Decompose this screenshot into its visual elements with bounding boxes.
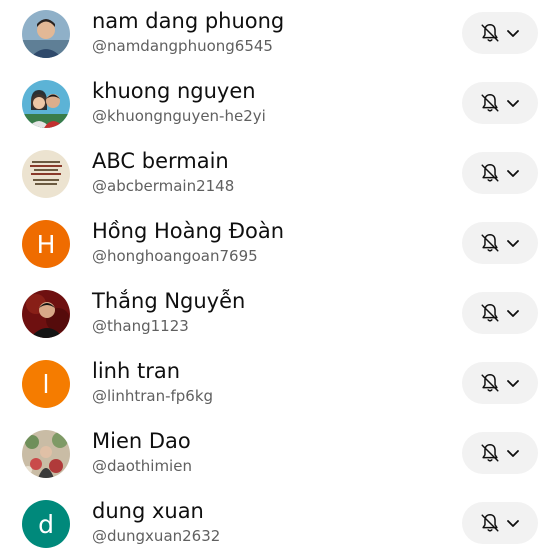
chevron-down-icon [507, 170, 519, 177]
bell-off-icon [481, 304, 499, 322]
channel-row[interactable]: khuong nguyen @khuongnguyen-he2yi [0, 70, 560, 140]
chevron-down-icon [507, 520, 519, 527]
notification-settings-button[interactable] [462, 82, 538, 124]
notification-settings-button[interactable] [462, 292, 538, 334]
channel-handle: @khuongnguyen-he2yi [92, 107, 266, 125]
channel-handle: @daothimien [92, 457, 192, 475]
chevron-down-icon [507, 30, 519, 37]
channel-row[interactable]: H Hồng Hoàng Đoàn @honghoangoan7695 [0, 210, 560, 280]
bell-off-icon [481, 444, 499, 462]
avatar-initial: l [42, 369, 50, 399]
bell-off-icon [481, 164, 499, 182]
channel-row[interactable]: nam dang phuong @namdangphuong6545 [0, 0, 560, 70]
notification-settings-button[interactable] [462, 12, 538, 54]
channel-name[interactable]: Mien Dao [92, 429, 191, 453]
channel-name[interactable]: khuong nguyen [92, 79, 256, 103]
channel-name[interactable]: Thắng Nguyễn [92, 289, 245, 313]
bell-off-icon [481, 94, 499, 112]
bell-off-icon [481, 234, 499, 252]
channel-avatar[interactable] [22, 430, 70, 478]
channel-name[interactable]: nam dang phuong [92, 9, 284, 33]
channel-row[interactable]: Thắng Nguyễn @thang1123 [0, 280, 560, 350]
chevron-down-icon [507, 240, 519, 247]
notification-settings-button[interactable] [462, 502, 538, 544]
avatar-initial: H [36, 229, 56, 259]
channel-name[interactable]: dung xuan [92, 499, 204, 523]
channel-row[interactable]: Mien Dao @daothimien [0, 420, 560, 490]
channel-handle: @namdangphuong6545 [92, 37, 273, 55]
channel-avatar[interactable] [22, 10, 70, 58]
bell-off-icon [481, 374, 499, 392]
avatar-photo [22, 80, 70, 128]
chevron-down-icon [507, 100, 519, 107]
notification-settings-button[interactable] [462, 432, 538, 474]
channel-name[interactable]: Hồng Hoàng Đoàn [92, 219, 284, 243]
channel-row[interactable]: ABC bermain @abcbermain2148 [0, 140, 560, 210]
channel-avatar[interactable] [22, 80, 70, 128]
channel-row[interactable]: l linh tran @linhtran-fp6kg [0, 350, 560, 420]
channel-name[interactable]: linh tran [92, 359, 180, 383]
notification-settings-button[interactable] [462, 152, 538, 194]
avatar-photo [22, 430, 70, 478]
bell-off-icon [481, 24, 499, 42]
channel-avatar[interactable]: H [22, 220, 70, 268]
chevron-down-icon [507, 450, 519, 457]
notification-settings-button[interactable] [462, 362, 538, 404]
chevron-down-icon [507, 380, 519, 387]
channel-avatar[interactable] [22, 290, 70, 338]
notification-settings-button[interactable] [462, 222, 538, 264]
bell-off-icon [481, 514, 499, 532]
channel-avatar[interactable] [22, 150, 70, 198]
channel-handle: @dungxuan2632 [92, 527, 221, 545]
channel-handle: @abcbermain2148 [92, 177, 235, 195]
channel-handle: @thang1123 [92, 317, 189, 335]
channel-avatar[interactable]: d [22, 500, 70, 548]
avatar-photo [22, 150, 70, 198]
channel-avatar[interactable]: l [22, 360, 70, 408]
channel-handle: @linhtran-fp6kg [92, 387, 214, 405]
chevron-down-icon [507, 310, 519, 317]
channel-row[interactable]: d dung xuan @dungxuan2632 [0, 490, 560, 560]
channel-name[interactable]: ABC bermain [92, 149, 229, 173]
avatar-photo [22, 290, 70, 338]
avatar-initial: d [38, 509, 54, 539]
channel-handle: @honghoangoan7695 [92, 247, 258, 265]
subscription-list: nam dang phuong @namdangphuong6545 khuon… [0, 0, 560, 560]
avatar-photo [22, 10, 70, 58]
